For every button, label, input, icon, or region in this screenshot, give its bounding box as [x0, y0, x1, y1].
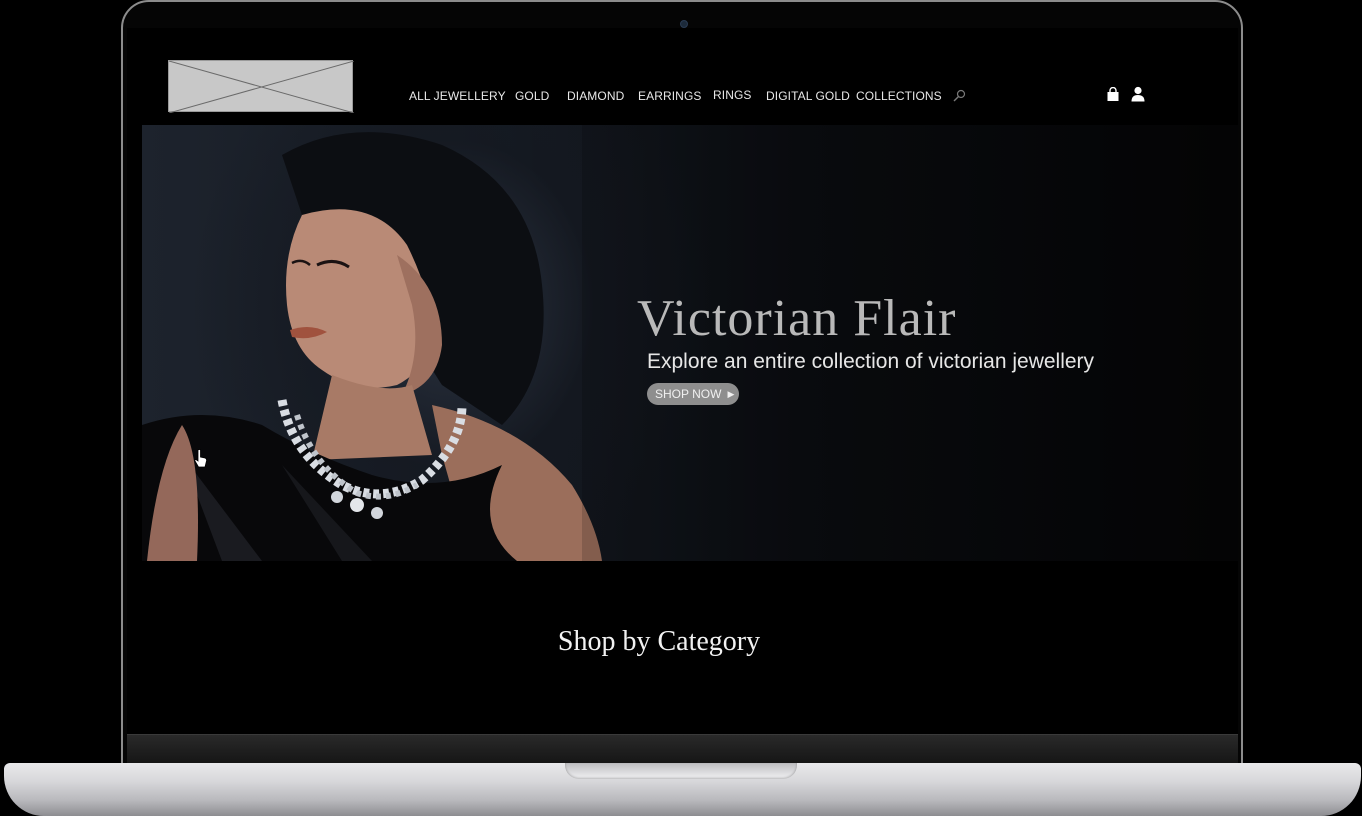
nav-item-diamond[interactable]: DIAMOND [567, 89, 624, 105]
hero-subtitle: Explore an entire collection of victoria… [647, 350, 1095, 373]
shopping-bag-icon[interactable] [1106, 86, 1120, 107]
nav-item-collections[interactable]: COLLECTIONS [856, 89, 942, 105]
nav-item-digital-gold[interactable]: DIGITAL GOLD [766, 89, 850, 105]
search-icon[interactable] [953, 89, 966, 107]
screen: ALL JEWELLERY GOLD DIAMOND EARRINGS RING… [127, 28, 1238, 764]
nav-item-gold[interactable]: GOLD [515, 89, 549, 105]
shop-now-button[interactable]: SHOP NOW ▶ [647, 383, 739, 405]
image-placeholder-icon [169, 61, 354, 113]
nav-item-earrings[interactable]: EARRINGS [638, 89, 701, 105]
nav-item-rings[interactable]: RINGS [713, 88, 752, 104]
hero-banner[interactable]: Victorian Flair Explore an entire collec… [142, 125, 1238, 561]
shop-now-label: SHOP NOW [655, 387, 722, 401]
webcam [680, 20, 688, 28]
nav-item-all-jewellery[interactable]: ALL JEWELLERY [409, 89, 506, 105]
hand-pointer-icon [194, 449, 208, 474]
screen-bottom-bezel [127, 734, 1238, 764]
lid-notch [565, 763, 797, 779]
hero-title: Victorian Flair [637, 290, 957, 347]
play-arrow-icon: ▶ [727, 389, 735, 399]
logo-placeholder[interactable] [168, 60, 354, 113]
shop-by-category-title: Shop by Category [557, 626, 761, 657]
user-icon[interactable] [1131, 86, 1145, 107]
